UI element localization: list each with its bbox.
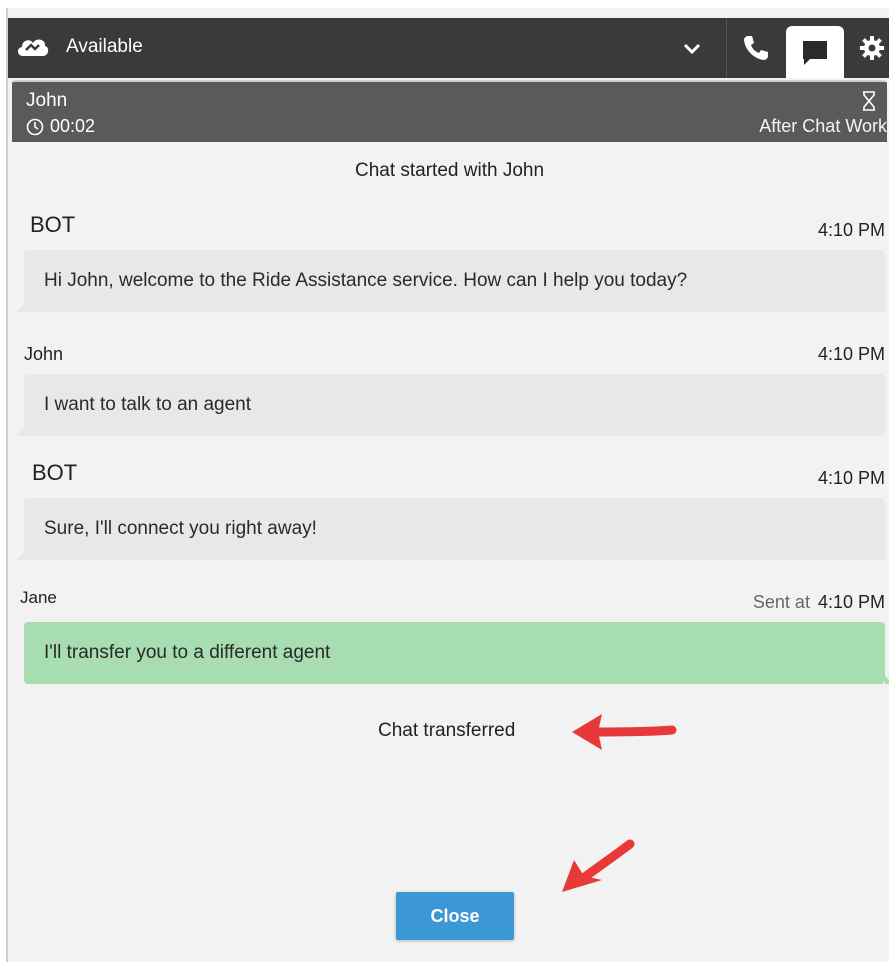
hourglass-icon	[861, 90, 877, 112]
message-time-row: Sent at 4:10 PM	[753, 592, 885, 613]
message-time: 4:10 PM	[817, 468, 885, 488]
message-bubble: Sure, I'll connect you right away!	[16, 498, 885, 560]
message-text: Sure, I'll connect you right away!	[44, 518, 317, 539]
bubble-tail	[16, 552, 24, 560]
message-text: Hi John, welcome to the Ride Assistance …	[44, 270, 688, 291]
annotation-arrow-down-left-icon	[562, 839, 635, 892]
close-button[interactable]: Close	[396, 892, 514, 940]
cloud-logo-icon	[14, 32, 50, 62]
bubble-tail	[885, 676, 889, 684]
sent-at-label: Sent at	[752, 592, 810, 612]
message-sender: BOT	[32, 460, 78, 485]
chat-started-notice: Chat started with John	[8, 160, 889, 182]
chevron-down-icon[interactable]	[680, 38, 704, 58]
message-time: 4:10 PM	[817, 220, 885, 240]
message-text: I want to talk to an agent	[44, 394, 252, 415]
clock-icon	[26, 118, 44, 136]
divider	[726, 18, 727, 78]
gear-icon[interactable]	[858, 34, 886, 62]
message-bubble: I want to talk to an agent	[16, 374, 885, 436]
message-bubble: Hi John, welcome to the Ride Assistance …	[16, 250, 885, 312]
message-sender: BOT	[30, 212, 76, 237]
chat-transferred-event: Chat transferred	[378, 720, 516, 741]
chat-icon	[803, 41, 827, 65]
bubble-tail	[16, 304, 24, 312]
message-time: 4:10 PM	[817, 344, 885, 364]
message-sender: Jane	[20, 588, 57, 607]
agent-status-label[interactable]: Available	[66, 36, 143, 58]
contact-header: John 00:02 After Chat Work	[12, 80, 887, 142]
chat-started-name: John	[502, 160, 545, 181]
annotation-arrow-left-icon	[572, 714, 677, 750]
contact-name: John	[26, 90, 68, 111]
message-time: 4:10 PM	[817, 592, 885, 612]
contact-state-label: After Chat Work	[759, 116, 887, 136]
ccp-panel: Available John 00:02 After Chat Work Cha…	[6, 8, 889, 962]
bubble-tail	[16, 428, 24, 436]
agent-message-bubble: I'll transfer you to a different agent	[24, 622, 889, 684]
chat-tab[interactable]	[786, 26, 844, 78]
phone-icon[interactable]	[740, 32, 772, 64]
contact-timer: 00:02	[50, 116, 96, 136]
message-text: I'll transfer you to a different agent	[44, 642, 331, 663]
message-sender: John	[24, 344, 64, 364]
chat-started-prefix: Chat started with	[354, 160, 498, 181]
top-status-bar: Available	[8, 18, 889, 78]
